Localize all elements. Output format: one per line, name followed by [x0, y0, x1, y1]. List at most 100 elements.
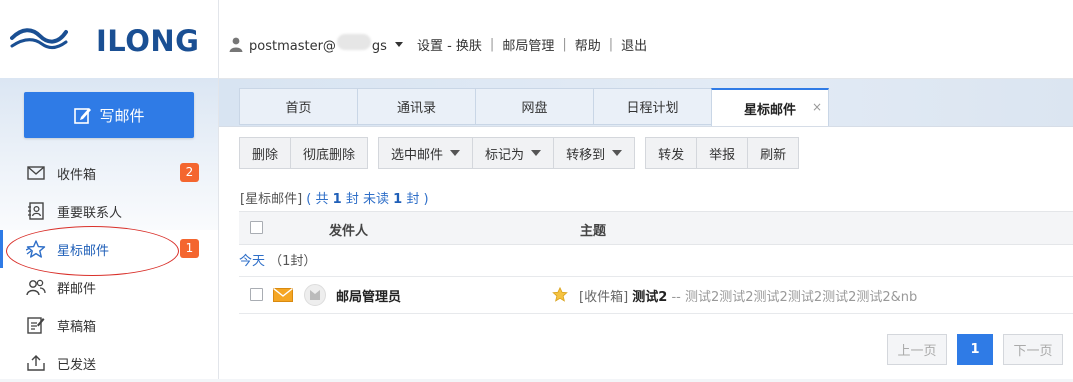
- toolbar: 删除 彻底删除 选中邮件 标记为 转移到 转发 举报 刷新: [239, 137, 809, 169]
- mail-preview: 测试2测试2测试2测试2测试2测试2&nb: [685, 290, 918, 305]
- user-menu: postmaster@ gs 设置 - 换肤 | 邮局管理 | 帮助 | 退出: [229, 34, 647, 54]
- delete-group: 删除 彻底删除: [239, 137, 369, 169]
- help-link[interactable]: 帮助: [575, 35, 601, 54]
- sidebar-item-label: 已发送: [57, 357, 97, 373]
- sidebar-item-important-contacts[interactable]: 重要联系人: [0, 192, 218, 230]
- date-group-header: 今天 （1封）: [239, 250, 316, 269]
- settings-skin-link[interactable]: 设置 - 换肤: [417, 35, 482, 54]
- current-page[interactable]: 1: [957, 334, 993, 365]
- unit-label: 封: [406, 192, 420, 207]
- total-prefix: 共: [315, 192, 329, 207]
- unread-prefix: 未读: [363, 192, 390, 207]
- folder-summary: [星标邮件] ( 共 1 封 未读 1 封 ): [240, 188, 429, 207]
- summary-counts: ( 共 1 封 未读 1 封 ): [306, 192, 428, 207]
- mail-subject: [收件箱] 测试2 -- 测试2测试2测试2测试2测试2测试2&nb: [579, 286, 917, 305]
- tab-contacts[interactable]: 通讯录: [357, 88, 475, 125]
- sidebar-item-label: 草稿箱: [57, 319, 97, 335]
- avatar: [304, 284, 326, 306]
- sidebar-item-label: 收件箱: [57, 167, 97, 183]
- tab-home[interactable]: 首页: [239, 88, 357, 125]
- subject-header[interactable]: 主题: [580, 220, 606, 239]
- sidebar-item-label: 群邮件: [57, 281, 97, 297]
- contact-card-icon: [26, 201, 46, 221]
- close-tab-icon[interactable]: ×: [812, 100, 822, 114]
- redacted-domain: [336, 34, 371, 50]
- sidebar-item-label: 重要联系人: [57, 205, 123, 221]
- dropdown-arrow-icon: [612, 150, 623, 156]
- button-label: 标记为: [485, 147, 525, 163]
- table-row[interactable]: 邮局管理员 [收件箱] 测试2 -- 测试2测试2测试2测试2测试2测试2&nb: [239, 276, 1073, 314]
- prev-page-button[interactable]: 上一页: [887, 334, 947, 365]
- table-header: 发件人 主题: [239, 211, 1073, 245]
- tab-label: 通讯录: [396, 101, 436, 116]
- delete-button[interactable]: 删除: [239, 137, 292, 169]
- starred-icon[interactable]: [552, 287, 568, 302]
- sidebar-item-inbox[interactable]: 收件箱 2: [0, 154, 218, 192]
- button-label: 转移到: [566, 147, 606, 163]
- folder-name: [星标邮件]: [240, 192, 303, 207]
- select-mail-dropdown[interactable]: 选中邮件: [378, 137, 474, 169]
- sidebar-item-sent[interactable]: 已发送: [0, 344, 218, 382]
- tab-netdisk[interactable]: 网盘: [475, 88, 593, 125]
- unread-badge: 2: [180, 163, 199, 182]
- date-group-label: 今天: [239, 254, 266, 269]
- sidebar: ILONG 写邮件 收件箱 2 重要联系人 星标邮件 1 群邮件 草稿箱 已发送: [0, 0, 219, 379]
- annotation-circle: [6, 226, 179, 276]
- compose-button[interactable]: 写邮件: [24, 92, 194, 138]
- top-bar: postmaster@ gs 设置 - 换肤 | 邮局管理 | 帮助 | 退出: [219, 0, 1073, 79]
- logo[interactable]: ILONG: [0, 0, 218, 78]
- tab-label: 网盘: [521, 101, 548, 116]
- unread-envelope-icon: [273, 288, 293, 302]
- user-email-prefix: postmaster@: [249, 39, 336, 54]
- next-page-button[interactable]: 下一页: [1003, 334, 1063, 365]
- button-label: 选中邮件: [391, 147, 444, 163]
- mail-title: 测试2: [632, 290, 668, 305]
- tab-calendar[interactable]: 日程计划: [593, 88, 711, 125]
- tab-bar: 首页 通讯录 网盘 日程计划 星标邮件 ×: [239, 88, 829, 126]
- brand-name: ILONG: [96, 24, 200, 58]
- user-dropdown-icon[interactable]: [394, 41, 403, 47]
- envelope-icon: [26, 163, 46, 183]
- date-group-count: （1封）: [269, 254, 317, 269]
- move-to-dropdown[interactable]: 转移到: [553, 137, 636, 169]
- wave-logo-icon: [10, 28, 68, 50]
- sent-tray-icon: [26, 353, 46, 373]
- unread-count: 1: [393, 192, 403, 207]
- separator: |: [608, 36, 614, 52]
- separator: |: [489, 36, 495, 52]
- logout-link[interactable]: 退出: [621, 35, 647, 54]
- pencil-icon: [74, 108, 92, 124]
- separator: |: [562, 36, 567, 52]
- total-count: 1: [332, 192, 342, 207]
- unit-label: 封: [345, 192, 359, 207]
- post-office-admin-link[interactable]: 邮局管理: [502, 35, 554, 54]
- paren-close: ): [423, 192, 429, 207]
- tab-starred[interactable]: 星标邮件 ×: [711, 88, 829, 126]
- avatar-placeholder-icon: [310, 290, 320, 300]
- delete-permanent-button[interactable]: 彻底删除: [290, 137, 369, 169]
- dropdown-arrow-icon: [531, 150, 542, 156]
- compose-label: 写邮件: [99, 106, 145, 125]
- row-checkbox[interactable]: [250, 288, 263, 301]
- forward-button[interactable]: 转发: [645, 137, 698, 169]
- paren-open: (: [306, 192, 312, 207]
- draft-icon: [26, 315, 46, 335]
- starred-badge: 1: [180, 239, 199, 258]
- user-icon: [229, 37, 243, 52]
- pagination: 上一页 1 下一页: [887, 334, 1063, 365]
- mark-as-dropdown[interactable]: 标记为: [472, 137, 555, 169]
- refresh-button[interactable]: 刷新: [747, 137, 800, 169]
- group-icon: [26, 277, 46, 297]
- mail-folder-tag: [收件箱]: [579, 290, 629, 305]
- report-button[interactable]: 举报: [696, 137, 749, 169]
- sidebar-item-drafts[interactable]: 草稿箱: [0, 306, 218, 344]
- sender-header[interactable]: 发件人: [329, 220, 368, 239]
- misc-group: 转发 举报 刷新: [645, 137, 800, 169]
- user-account[interactable]: postmaster@ gs: [249, 34, 387, 54]
- mail-sender: 邮局管理员: [336, 290, 402, 305]
- preview-separator: --: [671, 290, 681, 305]
- tab-label: 星标邮件: [743, 102, 796, 118]
- select-all-checkbox[interactable]: [250, 221, 263, 234]
- user-email-suffix: gs: [371, 39, 387, 54]
- tab-label: 日程计划: [626, 101, 679, 116]
